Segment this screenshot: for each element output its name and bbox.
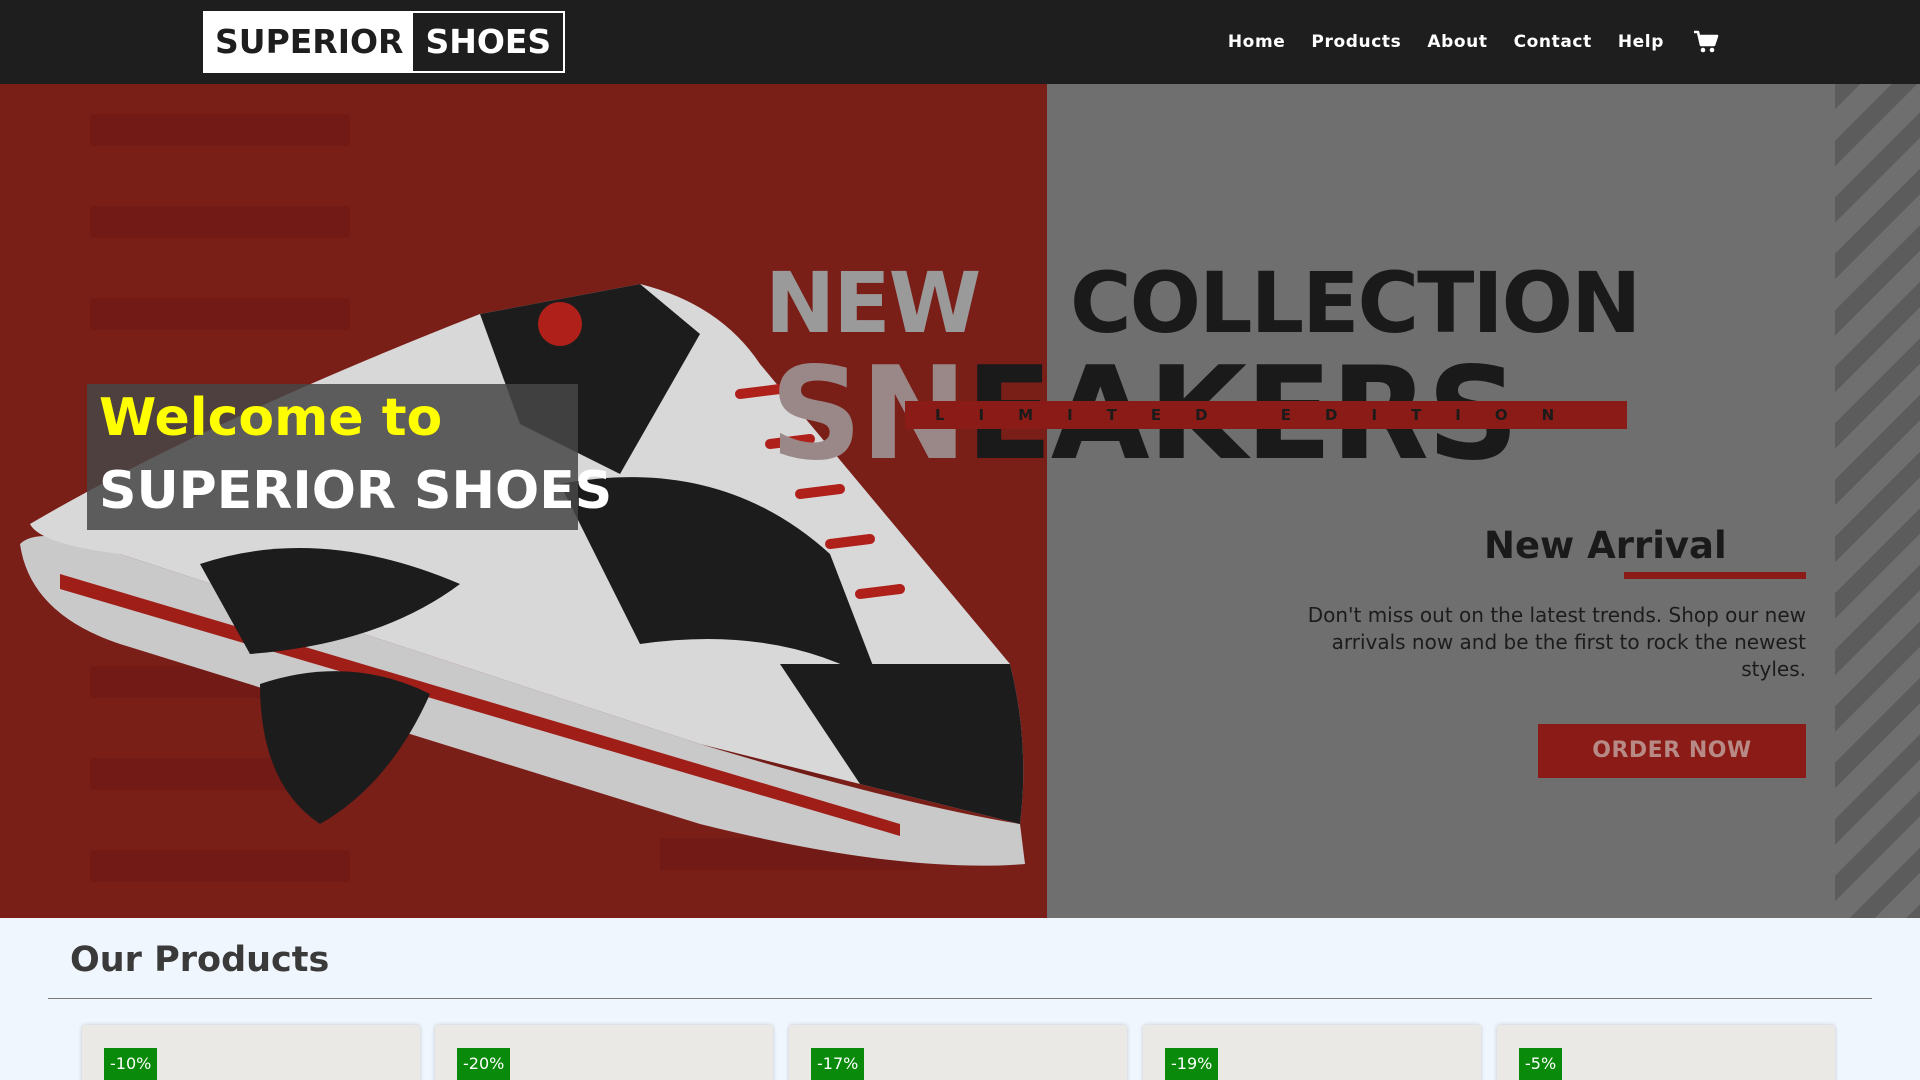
new-arrival-underline — [1624, 572, 1806, 579]
order-now-button[interactable]: ORDER NOW — [1538, 724, 1806, 778]
headline-new: NEW — [765, 254, 981, 352]
site-logo[interactable]: SUPERIOR SHOES — [203, 11, 566, 73]
main-nav: Home Products About Contact Help — [1202, 0, 1720, 84]
nav-link-help[interactable]: Help — [1618, 32, 1664, 52]
discount-badge: -5% — [1519, 1048, 1563, 1080]
section-divider — [48, 998, 1872, 999]
nav-link-about[interactable]: About — [1427, 32, 1487, 52]
product-card[interactable]: -20% — [435, 1025, 773, 1080]
limited-edition-strip: LIMITED EDITION — [905, 401, 1627, 429]
product-grid: -10% -20% -17% -19% -5% — [82, 1025, 1842, 1080]
products-section-title: Our Products — [70, 940, 330, 980]
hero-banner: NEW COLLECTION SNEAKERS LIMITED EDITION … — [0, 84, 1920, 918]
nav-link-products[interactable]: Products — [1311, 32, 1401, 52]
stripe-pattern — [1835, 84, 1920, 918]
logo-text-right: SHOES — [413, 13, 564, 71]
headline-collection: COLLECTION — [1070, 254, 1641, 352]
product-card[interactable]: -5% — [1497, 1025, 1835, 1080]
nav-link-home[interactable]: Home — [1228, 32, 1286, 52]
new-arrival-heading: New Arrival — [1484, 524, 1727, 567]
discount-badge: -17% — [811, 1048, 865, 1080]
logo-text-left: SUPERIOR — [205, 13, 414, 71]
welcome-line-1: Welcome to — [99, 388, 443, 448]
product-card[interactable]: -10% — [82, 1025, 420, 1080]
welcome-line-2: SUPERIOR SHOES — [99, 461, 613, 521]
promo-text: Don't miss out on the latest trends. Sho… — [1307, 603, 1806, 681]
nav-link-contact[interactable]: Contact — [1514, 32, 1592, 52]
hero-right-panel — [1047, 84, 1920, 918]
discount-badge: -10% — [104, 1048, 158, 1080]
navbar: SUPERIOR SHOES Home Products About Conta… — [0, 0, 1920, 84]
cart-icon[interactable] — [1692, 28, 1720, 56]
product-card[interactable]: -17% — [789, 1025, 1127, 1080]
discount-badge: -20% — [457, 1048, 511, 1080]
discount-badge: -19% — [1165, 1048, 1219, 1080]
product-card[interactable]: -19% — [1143, 1025, 1481, 1080]
